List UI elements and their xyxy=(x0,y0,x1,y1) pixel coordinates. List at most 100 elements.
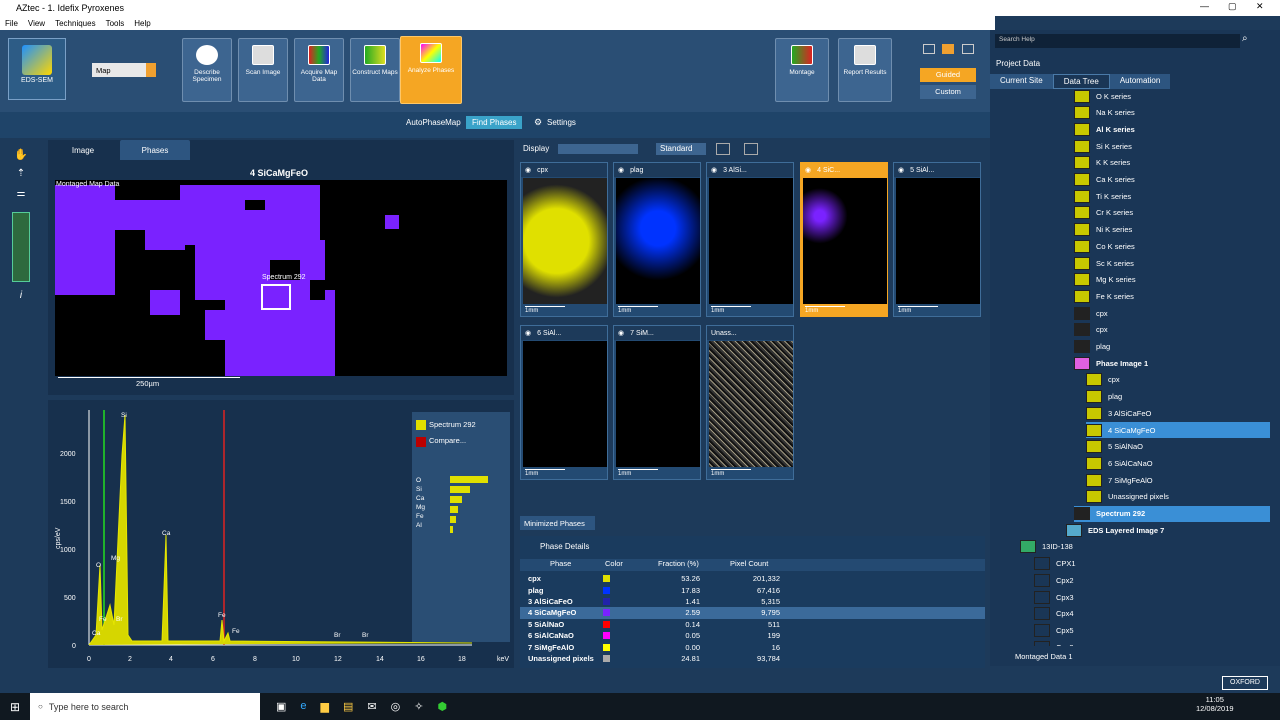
tree-item-series[interactable]: Ti K series xyxy=(1074,188,1270,204)
minimize-button[interactable]: — xyxy=(1200,1,1209,11)
info-icon[interactable]: i xyxy=(14,290,28,304)
cursor-icon[interactable]: ⇡ xyxy=(14,168,28,182)
spectrum-marker[interactable] xyxy=(261,284,291,310)
tree-item-series[interactable]: Al K series xyxy=(1074,121,1270,137)
table-row[interactable]: 4 SiCaMgFeO 2.59 9,795 xyxy=(520,607,985,619)
tile-3-alsi[interactable]: ◉ 3 AlSi... 1mm xyxy=(706,162,794,317)
tree-item-phase[interactable]: 4 SiCaMgFeO xyxy=(1086,422,1270,438)
tree-item-layered[interactable]: EDS Layered Image 7 xyxy=(1066,522,1270,538)
tab-current-site[interactable]: Current Site xyxy=(990,74,1053,89)
menu-help[interactable]: Help xyxy=(134,19,150,28)
table-row[interactable]: 5 SiAlNaO 0.14 511 xyxy=(520,619,985,630)
element-al[interactable]: Al xyxy=(416,521,425,530)
header-phase[interactable]: Phase xyxy=(520,559,595,571)
autophasemap-button[interactable]: AutoPhaseMap xyxy=(406,118,461,127)
eye-icon[interactable]: ◉ xyxy=(805,166,811,174)
tab-data-tree[interactable]: Data Tree xyxy=(1052,74,1110,89)
tree-item-series[interactable]: O K series xyxy=(1074,88,1270,104)
table-row[interactable]: 7 SiMgFeAlO 0.00 16 xyxy=(520,641,985,652)
eye-icon[interactable]: ◉ xyxy=(711,166,717,174)
app-icon[interactable]: ◎ xyxy=(391,700,401,713)
view-layout-1-icon[interactable] xyxy=(923,44,935,54)
eye-icon[interactable]: ◉ xyxy=(618,166,624,174)
tile-unassigned[interactable]: Unass... 1mm xyxy=(706,325,794,480)
table-row[interactable]: Unassigned pixels 24.81 93,784 xyxy=(520,653,985,664)
task-view-icon[interactable]: ▣ xyxy=(276,700,286,713)
tree-item[interactable]: cpx xyxy=(1074,305,1270,321)
tree-item-phase[interactable]: 3 AlSiCaFeO xyxy=(1086,405,1270,421)
tile-cpx[interactable]: ◉ cpx 1mm xyxy=(520,162,608,317)
clock[interactable]: 11:05 12/08/2019 xyxy=(1196,695,1234,713)
table-row[interactable]: 6 SiAlCaNaO 0.05 199 xyxy=(520,630,985,641)
settings-button[interactable]: Settings xyxy=(547,118,576,127)
expand-icon[interactable] xyxy=(744,143,758,155)
mode-dropdown[interactable]: Standard xyxy=(656,143,706,155)
tile-7-sim[interactable]: ◉ 7 SiM... 1mm xyxy=(613,325,701,480)
tree-item-phase-image[interactable]: Phase Image 1 xyxy=(1074,355,1270,371)
header-fraction[interactable]: Fraction (%) xyxy=(650,559,720,571)
tree-item-sub[interactable]: Cpx3 xyxy=(1034,639,1270,646)
hand-icon[interactable]: ✋ xyxy=(14,148,28,162)
eye-icon[interactable]: ◉ xyxy=(525,329,531,337)
table-row[interactable]: plag 17.83 67,416 xyxy=(520,584,985,595)
gear-icon[interactable]: ⚙ xyxy=(534,117,542,128)
aztec-icon[interactable]: ✧ xyxy=(414,700,423,713)
tile-5-sial[interactable]: ◉ 5 SiAl... 1mm xyxy=(893,162,981,317)
tree-item-series[interactable]: Cr K series xyxy=(1074,205,1270,221)
tree-item-series[interactable]: Co K series xyxy=(1074,238,1270,254)
tree-item-phase[interactable]: cpx xyxy=(1086,372,1270,388)
tree-item-sub[interactable]: CPX1 xyxy=(1034,556,1270,572)
element-o[interactable]: O xyxy=(416,476,425,485)
view-layout-3-icon[interactable] xyxy=(962,44,974,54)
mail-icon[interactable]: ✉ xyxy=(367,700,376,713)
tree-item-phase[interactable]: plag xyxy=(1086,389,1270,405)
eds-sem-button[interactable]: EDS-SEM xyxy=(8,38,66,100)
tree-item-series[interactable]: Si K series xyxy=(1074,138,1270,154)
mode-select[interactable]: Map xyxy=(92,63,156,77)
search-input[interactable]: Search Help xyxy=(995,34,1240,48)
table-row[interactable]: 3 AlSiCaFeO 1.41 5,315 xyxy=(520,596,985,607)
element-fe[interactable]: Fe xyxy=(416,512,425,521)
header-color[interactable]: Color xyxy=(595,559,650,571)
brightness-slider[interactable] xyxy=(558,144,638,154)
app-green-icon[interactable]: ⬢ xyxy=(437,700,447,713)
custom-button[interactable]: Custom xyxy=(920,85,976,99)
taskbar-search[interactable]: ○ Type here to search xyxy=(30,693,260,720)
montage-button[interactable]: Montage xyxy=(775,38,829,102)
edge-icon[interactable]: e xyxy=(300,700,306,713)
header-pixel-count[interactable]: Pixel Count xyxy=(720,559,790,571)
tab-automation[interactable]: Automation xyxy=(1109,74,1171,89)
tree-item-series[interactable]: Fe K series xyxy=(1074,288,1270,304)
tree-item-series[interactable]: Na K series xyxy=(1074,105,1270,121)
analyze-phases-button[interactable]: Analyze Phases xyxy=(400,36,462,104)
tree-item-series[interactable]: Mg K series xyxy=(1074,272,1270,288)
tile-6-sial[interactable]: ◉ 6 SiAl... 1mm xyxy=(520,325,608,480)
footer-dropdown[interactable]: Montaged Data 1 xyxy=(1015,652,1073,661)
guided-button[interactable]: Guided xyxy=(920,68,976,82)
tree-item[interactable]: plag xyxy=(1074,339,1270,355)
element-ca[interactable]: Ca xyxy=(416,494,425,503)
element-mg[interactable]: Mg xyxy=(416,503,425,512)
eye-icon[interactable]: ◉ xyxy=(898,166,904,174)
eye-icon[interactable]: ◉ xyxy=(618,329,624,337)
tab-image[interactable]: Image xyxy=(48,140,118,160)
element-si[interactable]: Si xyxy=(416,485,425,494)
tree-item-site[interactable]: 13ID-138 xyxy=(1020,539,1270,555)
search-icon[interactable]: ⌕ xyxy=(1242,33,1248,44)
compare-dropdown[interactable]: Compare... xyxy=(429,436,466,445)
menu-techniques[interactable]: Techniques xyxy=(55,19,95,28)
fit-icon[interactable] xyxy=(716,143,730,155)
tree-item-sub[interactable]: Cpx2 xyxy=(1034,572,1270,588)
folder-icon[interactable]: ▆ xyxy=(321,700,329,713)
tree-item-sub[interactable]: Cpx3 xyxy=(1034,589,1270,605)
construct-maps-button[interactable]: Construct Maps xyxy=(350,38,400,102)
tree-item-series[interactable]: Ni K series xyxy=(1074,222,1270,238)
describe-specimen-button[interactable]: Describe Specimen xyxy=(182,38,232,102)
find-phases-button[interactable]: Find Phases xyxy=(466,116,523,129)
tile-plag[interactable]: ◉ plag 1mm xyxy=(613,162,701,317)
menu-view[interactable]: View xyxy=(28,19,45,28)
windows-start-icon[interactable]: ⊞ xyxy=(0,700,30,714)
minimized-phases-tab[interactable]: Minimized Phases xyxy=(520,516,595,530)
tool-icon[interactable]: ⚌ xyxy=(14,188,28,202)
tree-item[interactable]: cpx xyxy=(1074,322,1270,338)
